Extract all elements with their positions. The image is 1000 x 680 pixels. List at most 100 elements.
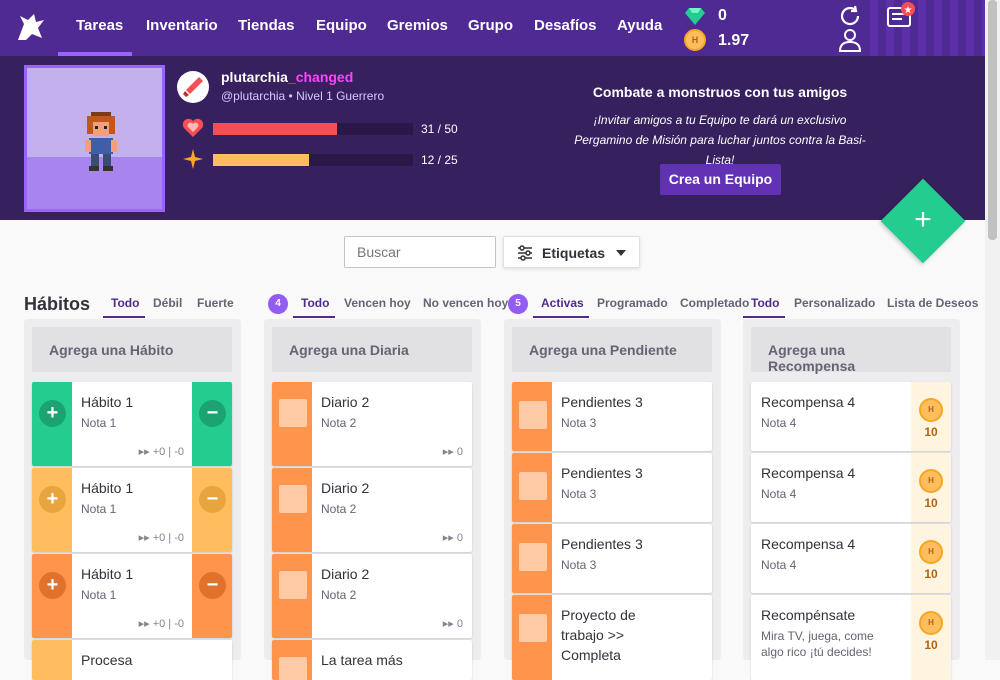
checkbox[interactable] xyxy=(519,614,547,642)
todo-card[interactable]: Pendientes 3 Nota 3 xyxy=(512,453,712,522)
daily-title: Diario 2 xyxy=(321,566,370,582)
reward-buy-area[interactable]: H 10 xyxy=(911,595,951,680)
daily-title: Diario 2 xyxy=(321,394,370,410)
habits-title: Hábitos xyxy=(24,294,91,314)
checkbox[interactable] xyxy=(519,401,547,429)
reward-buy-area[interactable]: H 10 xyxy=(911,382,951,451)
todo-card[interactable]: Proyecto de trabajo >> Completa xyxy=(512,595,712,680)
habit-minus-area[interactable]: − xyxy=(192,468,232,552)
daily-check-area[interactable] xyxy=(272,468,312,552)
todo-card[interactable]: Pendientes 3 Nota 3 xyxy=(512,524,712,593)
health-heart-icon xyxy=(182,118,204,137)
daily-check-area[interactable] xyxy=(272,640,312,680)
filter-sliders-icon xyxy=(518,245,532,261)
checkbox[interactable] xyxy=(279,399,307,427)
dailies-filter-due[interactable]: Vencen hoy xyxy=(344,296,411,310)
daily-check-area[interactable] xyxy=(272,382,312,466)
checkbox[interactable] xyxy=(279,485,307,513)
daily-card[interactable]: Diario 2 Nota 2 ▸▸ 0 xyxy=(272,468,472,552)
minus-icon[interactable]: − xyxy=(199,572,226,599)
habit-card[interactable]: Procesa xyxy=(32,640,232,680)
plus-icon[interactable]: + xyxy=(39,572,66,599)
daily-check-area[interactable] xyxy=(272,554,312,638)
todos-filter-scheduled[interactable]: Programado xyxy=(597,296,668,310)
habits-filter-all[interactable]: Todo xyxy=(111,296,139,310)
checkbox[interactable] xyxy=(279,657,307,680)
gold-coin-icon: H xyxy=(919,469,943,493)
rewards-column: Agrega una Recompensa Recompensa 4 Nota … xyxy=(743,319,960,680)
todos-column: Agrega una Pendiente Pendientes 3 Nota 3… xyxy=(504,319,721,680)
habit-minus-area[interactable]: − xyxy=(192,382,232,466)
habit-card[interactable]: + − Hábito 1 Nota 1 ▸▸ +0 | -0 xyxy=(32,382,232,466)
reward-buy-area[interactable]: H 10 xyxy=(911,524,951,593)
nav-item-tiendas[interactable]: Tiendas xyxy=(238,17,294,34)
nav-item-equipo[interactable]: Equipo xyxy=(316,17,367,34)
habit-plus-area[interactable]: + xyxy=(32,382,72,466)
habit-card[interactable]: + − Hábito 1 Nota 1 ▸▸ +0 | -0 xyxy=(32,468,232,552)
nav-item-gremios[interactable]: Gremios xyxy=(387,17,448,34)
reward-title: Recompensa 4 xyxy=(761,465,856,481)
rewards-filter-custom[interactable]: Personalizado xyxy=(794,296,875,310)
rewards-filter-all[interactable]: Todo xyxy=(751,296,779,310)
habit-plus-area[interactable]: + xyxy=(32,554,72,638)
habits-filter-strong[interactable]: Fuerte xyxy=(197,296,234,310)
create-party-button[interactable]: Crea un Equipo xyxy=(660,164,781,195)
reward-buy-area[interactable]: H 10 xyxy=(911,453,951,522)
habit-card[interactable]: + − Hábito 1 Nota 1 ▸▸ +0 | -0 xyxy=(32,554,232,638)
reward-title: Recompensa 4 xyxy=(761,536,856,552)
reward-card[interactable]: Recompénsate Mira TV, juega, come algo r… xyxy=(751,595,951,680)
habits-filter-weak[interactable]: Débil xyxy=(153,296,182,310)
checkbox[interactable] xyxy=(279,571,307,599)
search-input[interactable] xyxy=(344,236,496,268)
add-reward-input[interactable]: Agrega una Recompensa xyxy=(751,327,951,374)
dailies-badge: 4 xyxy=(268,294,288,314)
nav-item-grupo[interactable]: Grupo xyxy=(468,17,513,34)
habit-minus-area[interactable]: − xyxy=(192,554,232,638)
plus-icon[interactable]: + xyxy=(39,400,66,427)
scrollbar-thumb[interactable] xyxy=(988,0,997,240)
habit-title: Hábito 1 xyxy=(81,480,134,496)
add-habit-input[interactable]: Agrega una Hábito xyxy=(32,327,232,372)
reward-price: 10 xyxy=(924,496,938,510)
checkbox[interactable] xyxy=(519,472,547,500)
notifications-icon[interactable]: ★ xyxy=(886,2,916,32)
todo-check-area[interactable] xyxy=(512,595,552,680)
todo-check-area[interactable] xyxy=(512,453,552,522)
nav-item-ayuda[interactable]: Ayuda xyxy=(617,17,662,34)
todos-filter-completed[interactable]: Completado xyxy=(680,296,749,310)
habit-minus-area[interactable] xyxy=(192,640,232,680)
tags-dropdown[interactable]: Etiquetas xyxy=(503,236,640,268)
todos-filter-active[interactable]: Activas xyxy=(541,296,584,310)
habit-plus-area[interactable]: + xyxy=(32,468,72,552)
todo-title: Pendientes 3 xyxy=(561,536,643,552)
reward-card[interactable]: Recompensa 4 Nota 4 H 10 xyxy=(751,453,951,522)
dailies-column: Agrega una Diaria Diario 2 Nota 2 ▸▸ 0 D… xyxy=(264,319,481,680)
daily-card[interactable]: La tarea más xyxy=(272,640,472,680)
todo-card[interactable]: Pendientes 3 Nota 3 xyxy=(512,382,712,451)
plus-icon[interactable]: + xyxy=(39,486,66,513)
user-icon[interactable] xyxy=(838,28,862,52)
daily-card[interactable]: Diario 2 Nota 2 ▸▸ 0 xyxy=(272,382,472,466)
nav-item-tareas[interactable]: Tareas xyxy=(76,17,123,34)
avatar[interactable] xyxy=(24,65,165,212)
add-todo-input[interactable]: Agrega una Pendiente xyxy=(512,327,712,372)
daily-card[interactable]: Diario 2 Nota 2 ▸▸ 0 xyxy=(272,554,472,638)
reward-card[interactable]: Recompensa 4 Nota 4 H 10 xyxy=(751,382,951,451)
nav-item-inventario[interactable]: Inventario xyxy=(146,17,218,34)
todo-check-area[interactable] xyxy=(512,382,552,451)
party-text-2: Pergamino de Misión para luchar juntos c… xyxy=(574,133,866,167)
checkbox[interactable] xyxy=(519,543,547,571)
minus-icon[interactable]: − xyxy=(199,486,226,513)
add-daily-input[interactable]: Agrega una Diaria xyxy=(272,327,472,372)
habitica-logo-icon[interactable] xyxy=(14,10,48,44)
habit-plus-area[interactable] xyxy=(32,640,72,680)
nav-item-desafios[interactable]: Desafíos xyxy=(534,17,597,34)
daily-title: La tarea más xyxy=(321,652,403,668)
rewards-filter-wishlist[interactable]: Lista de Deseos xyxy=(887,296,978,310)
sync-icon[interactable] xyxy=(838,4,862,28)
dailies-filter-not-due[interactable]: No vencen hoy xyxy=(423,296,508,310)
minus-icon[interactable]: − xyxy=(199,400,226,427)
todo-check-area[interactable] xyxy=(512,524,552,593)
reward-card[interactable]: Recompensa 4 Nota 4 H 10 xyxy=(751,524,951,593)
dailies-filter-all[interactable]: Todo xyxy=(301,296,329,310)
